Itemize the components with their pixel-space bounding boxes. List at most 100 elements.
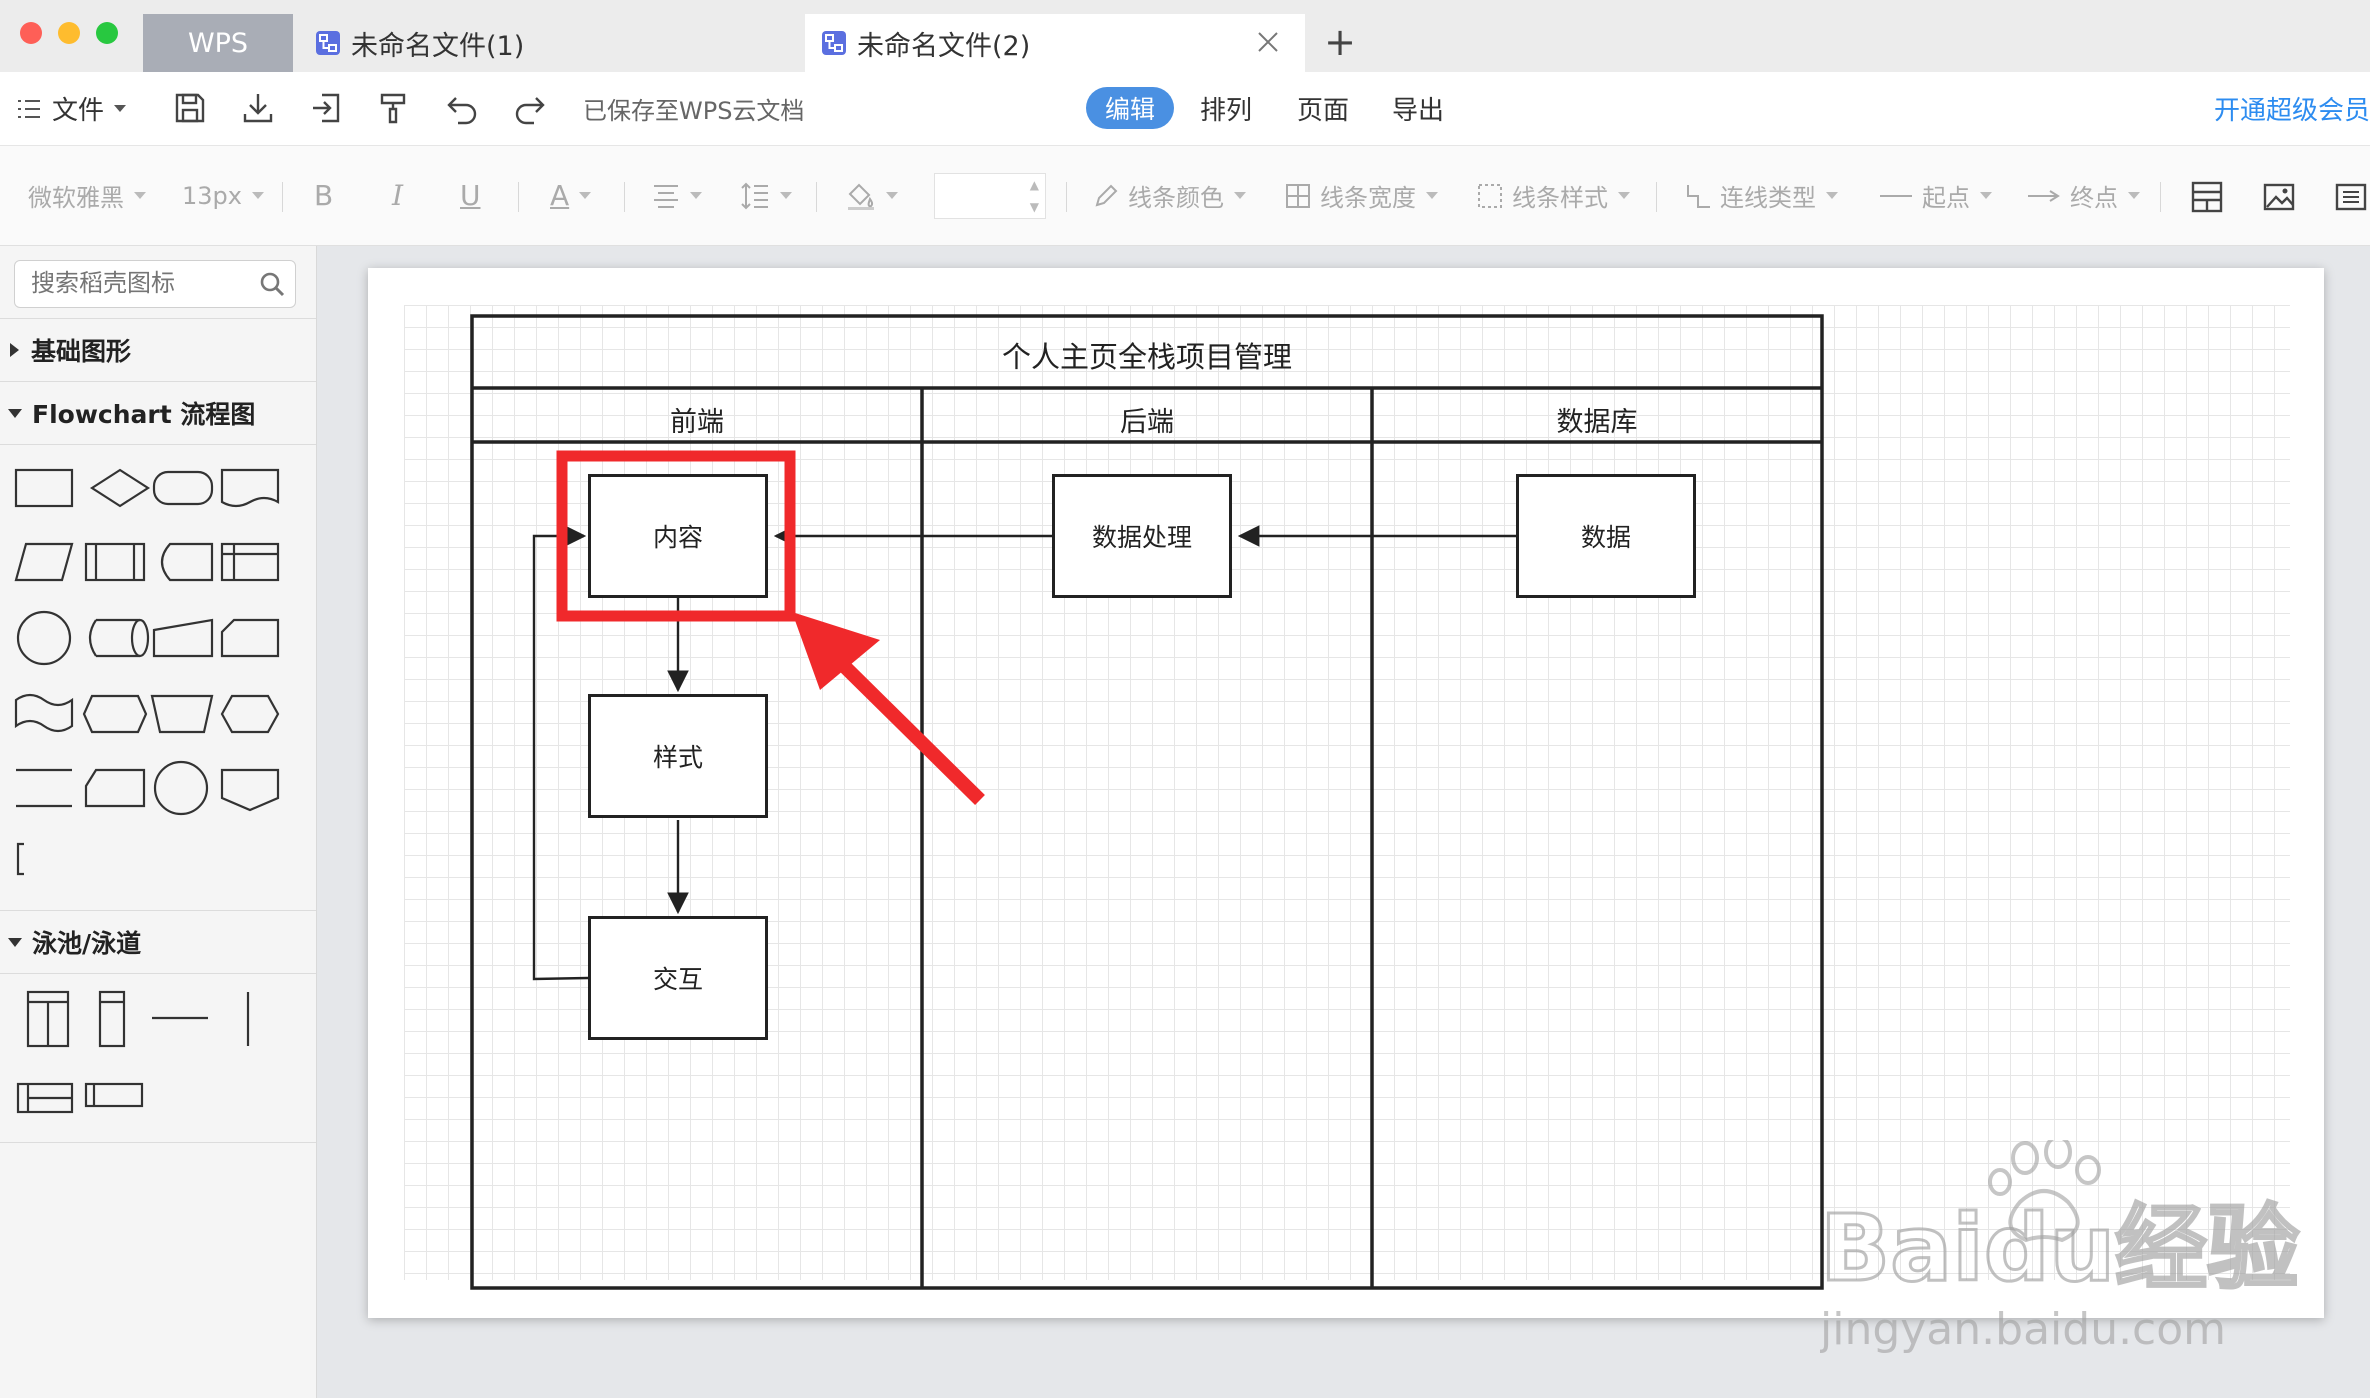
line-color-button[interactable]: 线条颜色 [1092,146,1246,245]
manual-input-shape[interactable] [152,618,214,658]
line-style-button[interactable]: 线条样式 [1476,146,1630,245]
format-painter-icon[interactable] [376,90,412,126]
image-icon[interactable] [2262,180,2296,214]
opacity-stepper[interactable]: ▲ ▼ [934,146,1046,245]
menu-bar: 文件 已保存至WPS云文档 排列 页面 导出 开通超级会员 [0,72,2370,146]
file-menu[interactable]: 文件 [16,72,127,145]
export-icon[interactable] [308,90,344,126]
chevron-down-icon [690,192,702,199]
mode-export[interactable]: 导出 [1392,72,1444,145]
font-size-value: 13px [182,181,242,210]
vip-upgrade-link[interactable]: 开通超级会员 [2214,72,2370,145]
chevron-down-icon [251,192,264,199]
chevron-down-icon [1618,192,1630,199]
node-style[interactable]: 样式 [588,694,768,818]
connector-shape[interactable] [16,610,72,666]
align-center-icon [654,184,678,208]
close-window-button[interactable] [20,22,42,44]
bold-button[interactable]: B [314,146,333,245]
process-shape[interactable] [14,468,74,508]
layout-panel-icon[interactable] [2190,180,2224,214]
node-data[interactable]: 数据 [1516,474,1696,598]
download-icon[interactable] [240,90,276,126]
tab-document-2[interactable]: 未命名文件(2) [805,14,1305,72]
lane-header-frontend[interactable]: 前端 [472,400,922,439]
display-shape[interactable] [82,694,148,734]
terminator-shape[interactable] [152,470,214,506]
data-shape[interactable] [14,542,74,582]
stored-data-shape[interactable] [160,542,214,582]
tab-wps-home[interactable]: WPS [143,14,293,72]
line-color-label: 线条颜色 [1128,184,1224,212]
vertical-pool-shape[interactable] [26,990,70,1048]
line-width-button[interactable]: 线条宽度 [1284,146,1438,245]
node-content[interactable]: 内容 [588,474,768,598]
line-style-label: 线条样式 [1512,184,1608,212]
vertical-lane-shape[interactable] [98,990,126,1048]
zoom-window-button[interactable] [96,22,118,44]
mode-page[interactable]: 页面 [1297,72,1349,145]
save-status: 已保存至WPS云文档 [583,97,805,125]
chevron-down-icon [1826,192,1838,199]
underline-button[interactable]: U [460,146,481,245]
end-point-label: 终点 [2070,184,2118,212]
redo-icon[interactable] [512,90,548,126]
annotation-shape[interactable] [16,842,24,876]
watermark-url: jingyan.baidu.com [1820,1304,2226,1355]
connector-type-label: 连线类型 [1720,184,1816,212]
font-size-select[interactable]: 13px [182,146,264,245]
direct-data-shape[interactable] [88,618,150,658]
search-icon[interactable] [259,271,285,297]
mode-edit[interactable]: 编辑 [1086,87,1174,129]
node-interaction[interactable]: 交互 [588,916,768,1040]
predefined-process-shape[interactable] [84,542,146,582]
on-page-reference-shape[interactable] [153,760,209,816]
manual-operation-shape[interactable] [150,694,214,734]
mode-arrange[interactable]: 排列 [1200,72,1252,145]
chevron-right-icon [10,343,19,357]
search-input[interactable] [15,261,251,305]
parallel-mode-shape[interactable] [16,768,72,808]
loop-limit-shape[interactable] [84,768,146,808]
chevron-down-icon [1426,192,1438,199]
punched-tape-shape[interactable] [14,693,74,733]
file-menu-label: 文件 [52,96,105,126]
icon-search-box [14,260,296,308]
font-color-button[interactable]: A [550,146,592,245]
section-flowchart[interactable]: Flowchart 流程图 [0,381,316,445]
decision-shape[interactable] [89,468,151,508]
panel-toggle-icon[interactable] [2334,180,2368,214]
menu-list-icon [18,99,40,118]
internal-storage-shape[interactable] [220,542,280,582]
section-basic-shapes[interactable]: 基础图形 [0,318,316,382]
add-tab-button[interactable]: + [1320,22,1360,62]
end-point-button[interactable]: 终点 [2026,146,2140,245]
diagram-title[interactable]: 个人主页全栈项目管理 [472,334,1822,376]
line-width-label: 线条宽度 [1320,184,1416,212]
tab-label: 未命名文件(1) [351,30,525,62]
section-swimlanes[interactable]: 泳池/泳道 [0,910,316,974]
italic-button[interactable]: I [392,146,403,245]
preparation-shape[interactable] [220,694,280,734]
save-icon[interactable] [172,90,208,126]
document-shape[interactable] [220,468,280,508]
off-page-reference-shape[interactable] [220,768,280,812]
fill-color-button[interactable] [846,146,898,245]
line-spacing-button[interactable] [740,146,792,245]
horizontal-lane-shape[interactable] [84,1082,144,1108]
start-point-button[interactable]: 起点 [1878,146,1992,245]
font-family-select[interactable]: 微软雅黑 [28,146,146,245]
lane-header-database[interactable]: 数据库 [1372,400,1822,439]
align-button[interactable] [652,146,702,245]
chevron-down-icon [8,408,22,418]
minimize-window-button[interactable] [58,22,80,44]
horizontal-pool-shape[interactable] [16,1082,74,1114]
connector-type-button[interactable]: 连线类型 [1684,146,1838,245]
divider [2160,182,2161,212]
lane-header-backend[interactable]: 后端 [922,400,1372,439]
close-tab-icon[interactable] [1255,29,1281,55]
undo-icon[interactable] [444,90,480,126]
card-shape[interactable] [220,618,280,658]
tab-document-1[interactable]: 未命名文件(1) [315,14,785,72]
node-data-processing[interactable]: 数据处理 [1052,474,1232,598]
